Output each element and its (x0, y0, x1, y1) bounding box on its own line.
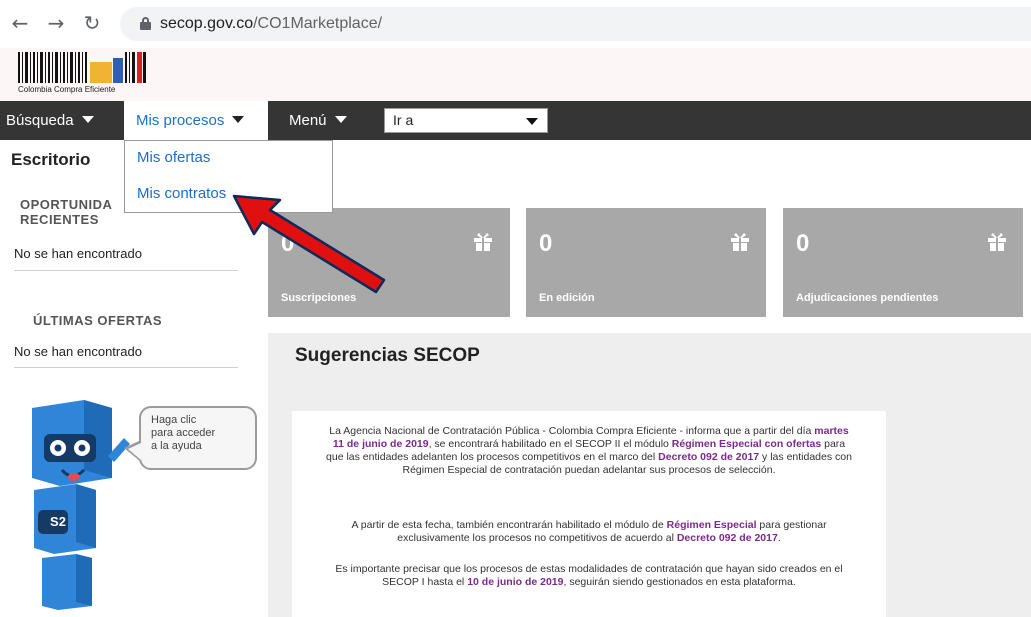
suggestions-title: Sugerencias SECOP (295, 345, 480, 366)
nav-mis-procesos-label: Mis procesos (136, 112, 225, 129)
page: ← → ↻ secop.gov.co/CO1Marketplace/ Colom… (0, 0, 1031, 617)
url-text[interactable]: secop.gov.co/CO1Marketplace/ (160, 15, 382, 33)
select-caret-icon (526, 118, 538, 125)
text: A partir de esta fecha, también encontra… (351, 519, 667, 531)
ir-a-select[interactable]: Ir a (384, 108, 548, 133)
tile-value: 0 (539, 230, 553, 257)
opportunities-heading: OPORTUNIDA RECIENTES (20, 197, 113, 227)
ir-a-value: Ir a (393, 112, 414, 128)
notice-paragraph-2: A partir de esta fecha, también encontra… (292, 519, 886, 545)
menu-item-mis-contratos[interactable]: Mis contratos (137, 185, 226, 202)
bubble-tail-inner (128, 443, 141, 460)
nav-mis-procesos[interactable]: Mis procesos (124, 101, 268, 140)
nav-menu[interactable]: Menú (289, 101, 347, 140)
page-title: Escritorio (11, 150, 91, 169)
suggestions-panel: Sugerencias SECOP La Agencia Nacional de… (268, 333, 1031, 617)
notice-card: La Agencia Nacional de Contratación Públ… (292, 411, 886, 617)
colombia-compra-logo[interactable]: Colombia Compra Eficiente (18, 52, 146, 96)
barcode-logo-icon (18, 52, 146, 83)
caret-down-icon (334, 116, 347, 123)
back-arrow-icon[interactable]: ← (8, 10, 32, 36)
caret-down-icon (232, 116, 245, 123)
help-bubble[interactable]: Haga clic para acceder a la ayuda (139, 406, 257, 470)
text: , se encontrará habilitado en el SECOP I… (428, 438, 672, 450)
nav-busqueda[interactable]: Búsqueda (6, 101, 94, 140)
caret-down-icon (81, 116, 94, 123)
offers-heading: ÚLTIMAS OFERTAS (33, 313, 163, 328)
logo-caption: Colombia Compra Eficiente (18, 85, 116, 94)
robot-mascot-icon (32, 400, 130, 610)
offers-empty: No se han encontrado (14, 344, 142, 359)
divider (14, 270, 238, 271)
help-bubble-text: Haga clic para acceder a la ayuda (151, 414, 216, 452)
gift-box-icon (731, 233, 749, 251)
nav-menu-label: Menú (289, 112, 327, 129)
text: La Agencia Nacional de Contratación Públ… (329, 425, 815, 437)
notice-paragraph-3: Es importante precisar que los procesos … (292, 563, 886, 589)
highlight-date: 10 de junio de 2019 (467, 576, 564, 588)
lock-icon (140, 17, 151, 30)
highlight-module: Régimen Especial (666, 519, 757, 531)
forward-arrow-icon[interactable]: → (44, 10, 68, 36)
divider (14, 367, 238, 368)
nav-busqueda-label: Búsqueda (6, 112, 74, 129)
main-navigation: Búsqueda Mis procesos Menú Ir a (0, 101, 1031, 140)
header-band: Colombia Compra Eficiente (0, 48, 1031, 101)
tile-en-edicion[interactable]: 0 En edición (526, 208, 766, 317)
tile-label: Adjudicaciones pendientes (796, 292, 939, 304)
gift-box-icon (988, 233, 1006, 251)
highlight-decree: Decreto 092 de 2017 (676, 532, 778, 544)
url-host: secop.gov.co (160, 15, 254, 32)
reload-icon[interactable]: ↻ (80, 10, 104, 36)
text: . (777, 532, 781, 544)
mascot-badge: S2 (50, 514, 66, 529)
url-path: /CO1Marketplace/ (253, 15, 383, 32)
tile-label: En edición (539, 292, 595, 304)
browser-toolbar: ← → ↻ secop.gov.co/CO1Marketplace/ (0, 0, 1031, 48)
notice-paragraph-1: La Agencia Nacional de Contratación Públ… (292, 425, 886, 477)
highlight-module: Régimen Especial con ofertas (671, 438, 822, 450)
help-mascot[interactable]: S2 Haga clic para acceder a la ayuda (24, 398, 257, 610)
opportunities-empty: No se han encontrado (14, 246, 142, 261)
red-arrow-annotation (232, 194, 386, 294)
gift-box-icon (474, 233, 492, 251)
highlight-decree: Decreto 092 de 2017 (658, 451, 760, 463)
text: , seguirán siendo gestionados en esta pl… (563, 576, 796, 588)
address-bar[interactable]: secop.gov.co/CO1Marketplace/ (120, 7, 1031, 41)
tile-adjudicaciones[interactable]: 0 Adjudicaciones pendientes (783, 208, 1023, 317)
tile-value: 0 (796, 230, 810, 257)
menu-item-mis-ofertas[interactable]: Mis ofertas (137, 149, 210, 166)
